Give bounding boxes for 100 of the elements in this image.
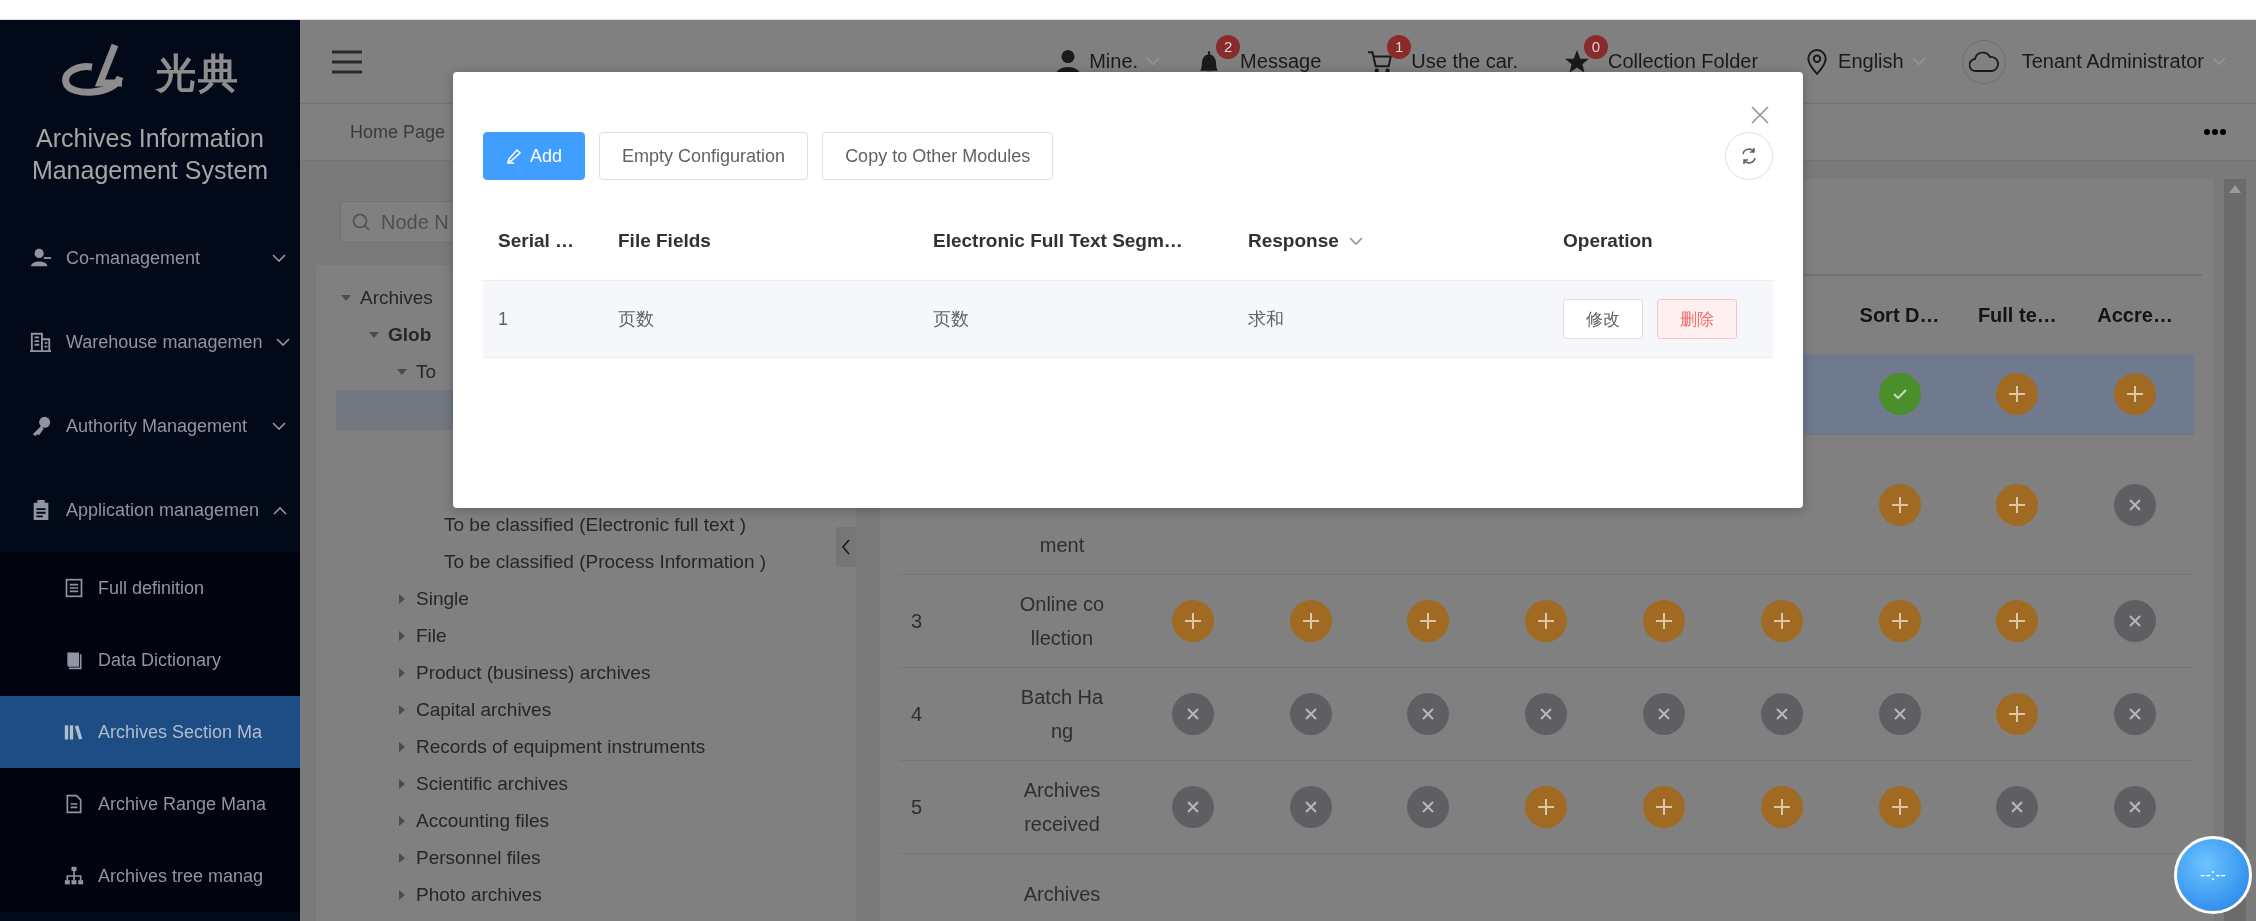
tree-node[interactable]: Archives <box>360 286 433 309</box>
cross-circle-icon[interactable] <box>1878 693 1921 735</box>
chevron-down-icon <box>1146 57 1161 66</box>
cross-circle-icon[interactable] <box>1407 693 1450 735</box>
tree-node[interactable]: To be classified (Process Information ) <box>444 550 767 573</box>
plus-circle-icon[interactable] <box>1996 483 2039 526</box>
plus-circle-icon[interactable] <box>1996 600 2039 642</box>
header-link[interactable]: Use the car. <box>1411 50 1518 73</box>
plus-circle-icon[interactable] <box>1171 600 1214 642</box>
cross-circle-icon[interactable] <box>1525 693 1568 735</box>
plus-circle-icon[interactable] <box>1878 786 1921 828</box>
dialog-button[interactable]: Empty Configuration <box>599 132 809 180</box>
tree-node[interactable]: To <box>416 360 437 383</box>
tree-node[interactable]: Scientific archives <box>416 772 569 795</box>
sidebar-item[interactable]: Application managemen <box>0 468 300 552</box>
close-icon[interactable] <box>1751 106 1769 124</box>
header-link[interactable]: Collection Folder <box>1608 50 1759 73</box>
account-menu[interactable]: Tenant Administrator <box>1961 39 2226 84</box>
table-cell: 3 <box>911 609 923 633</box>
plus-circle-icon[interactable] <box>1760 600 1803 642</box>
breadcrumb-link[interactable]: Home Page <box>350 121 446 143</box>
cross-circle-icon[interactable] <box>2114 600 2157 642</box>
scrollbar[interactable] <box>2224 179 2246 921</box>
table-cell-text: 页数 <box>618 308 654 331</box>
cross-circle-icon[interactable] <box>1996 786 2039 828</box>
refresh-button[interactable] <box>1725 132 1773 180</box>
cross-circle-icon[interactable] <box>2114 786 2157 828</box>
arrow-up-icon <box>2229 185 2241 193</box>
table-cell-text: 求和 <box>1248 308 1284 331</box>
sidebar-item[interactable]: Authority Management <box>0 384 300 468</box>
sidebar-subitem[interactable]: Archive Range Mana <box>0 768 300 840</box>
chevron-icon <box>273 505 288 515</box>
chevron-left-icon <box>841 539 851 555</box>
cart-icon[interactable] <box>1367 48 1394 75</box>
tree-node[interactable]: Photo archives <box>416 883 542 906</box>
books-icon <box>64 722 84 742</box>
table-row[interactable]: 3 Online collection <box>900 575 2194 668</box>
plus-circle-icon[interactable] <box>1996 693 2039 735</box>
chevron-icon <box>272 253 286 263</box>
count-badge: 1 <box>1387 34 1412 59</box>
cross-circle-icon[interactable] <box>1643 693 1685 735</box>
user-group-icon <box>30 247 52 269</box>
header-link[interactable]: Message <box>1240 50 1322 73</box>
plus-circle-icon[interactable] <box>1996 373 2039 415</box>
sidebar-subitem[interactable]: Archives tree manag <box>0 840 300 912</box>
sidebar-item[interactable]: Co-management <box>0 216 300 300</box>
key-icon <box>30 415 52 437</box>
tree-node[interactable]: Glob <box>388 323 432 346</box>
count-badge: 0 <box>1584 34 1608 59</box>
plus-circle-icon[interactable] <box>1407 600 1450 642</box>
collapse-handle[interactable] <box>836 527 856 567</box>
cross-circle-icon[interactable] <box>1289 693 1332 735</box>
plus-circle-icon[interactable] <box>1760 786 1803 828</box>
sidebar-subitem[interactable]: Data Dictionary <box>0 624 300 696</box>
plus-circle-icon[interactable] <box>1878 483 1921 526</box>
cross-circle-icon[interactable] <box>1289 786 1332 828</box>
tree-node[interactable]: Capital archives <box>416 698 552 721</box>
tree-node[interactable]: File <box>416 624 447 647</box>
building-icon <box>30 331 52 353</box>
tree-node[interactable]: Accounting files <box>416 809 550 832</box>
tree-node[interactable]: Records of equipment instruments <box>416 735 706 758</box>
table-row[interactable]: 4 Batch Hang <box>900 668 2194 761</box>
plus-circle-icon[interactable] <box>2114 373 2157 415</box>
language-menu[interactable]: English <box>1804 48 1926 75</box>
plus-circle-icon[interactable] <box>1525 786 1568 828</box>
plus-circle-icon[interactable] <box>1878 600 1921 642</box>
count-badge: 2 <box>1216 34 1241 59</box>
pencil-icon <box>506 148 522 164</box>
delete-button[interactable]: 删除 <box>1657 299 1737 339</box>
cross-circle-icon[interactable] <box>1407 786 1450 828</box>
check-circle-icon[interactable] <box>1878 373 1921 415</box>
tree-node[interactable]: Single <box>416 587 469 610</box>
sidebar-subitem[interactable]: Full definition <box>0 552 300 624</box>
column-header: Accre… <box>2097 303 2173 327</box>
plus-circle-icon[interactable] <box>1643 786 1685 828</box>
cross-circle-icon[interactable] <box>1171 786 1214 828</box>
book-icon <box>64 650 84 670</box>
menu-icon[interactable] <box>332 49 362 74</box>
sidebar-item[interactable]: Warehouse managemen <box>0 300 300 384</box>
hierarchy-icon <box>64 866 84 886</box>
table-cell: 1 <box>498 308 508 330</box>
dialog-button[interactable]: Copy to Other Modules <box>822 132 1054 180</box>
table-row[interactable]: 5 Archives received <box>900 761 2194 854</box>
cross-circle-icon[interactable] <box>1171 693 1214 735</box>
dialog-button[interactable]: Add <box>483 132 586 180</box>
tree-node[interactable]: Product (business) archives <box>416 661 651 684</box>
more-icon[interactable] <box>2204 129 2226 135</box>
sidebar-subitem[interactable]: Archives Section Ma <box>0 696 300 768</box>
tree-node[interactable]: Personnel files <box>416 846 541 869</box>
cross-circle-icon[interactable] <box>2114 693 2157 735</box>
plus-circle-icon[interactable] <box>1525 600 1568 642</box>
star-icon[interactable] <box>1564 48 1590 75</box>
cross-circle-icon[interactable] <box>2114 483 2157 526</box>
tree-node[interactable]: To be classified (Electronic full text ) <box>444 513 746 536</box>
edit-button[interactable]: 修改 <box>1563 299 1643 339</box>
cross-circle-icon[interactable] <box>1760 693 1803 735</box>
chevron-icon <box>276 337 291 347</box>
logo-text: 光典 <box>156 49 240 97</box>
plus-circle-icon[interactable] <box>1289 600 1332 642</box>
plus-circle-icon[interactable] <box>1643 600 1685 642</box>
